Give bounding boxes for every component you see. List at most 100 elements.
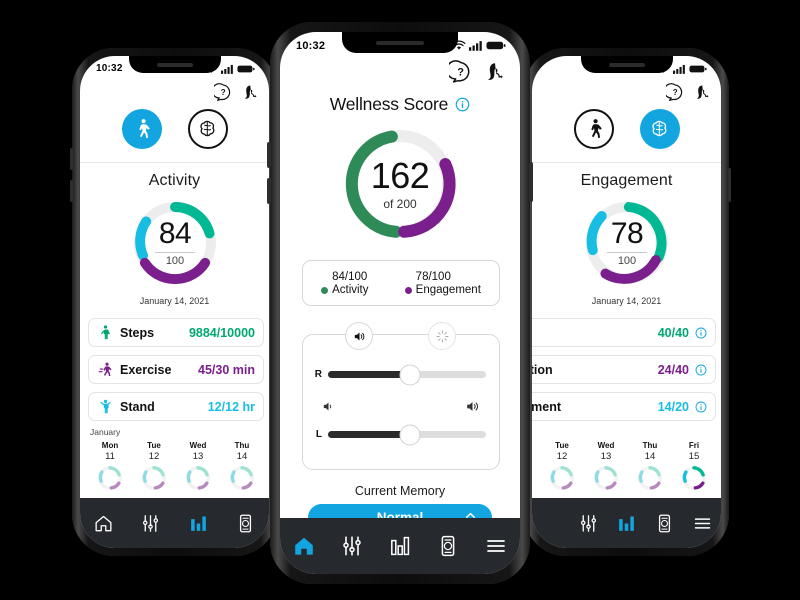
right-row-1-label: raction [532,362,553,377]
right-day-1[interactable]: Wed 13 [593,441,619,491]
right-ring-divider [607,252,647,253]
left-nav-home[interactable] [93,513,114,534]
signal-bars-icon [673,64,685,74]
left-day-1[interactable]: Tue 12 [141,441,167,491]
right-day-3[interactable]: Fri 15 [681,441,707,491]
right-row-0[interactable]: 40/40 [532,318,716,347]
walking-person-icon [138,119,150,138]
left-row-steps[interactable]: Steps 9884/10000 [88,318,264,347]
center-page-title: Wellness Score [329,94,449,114]
left-day-1-num: 12 [148,451,160,462]
left-day-3-name: Thu [234,441,250,450]
right-row-1-info[interactable] [695,364,707,376]
right-day-1-name: Wed [597,441,615,450]
center-phone-volume-up-button[interactable] [267,142,271,168]
left-slider-label: L [315,429,322,440]
left-row-stand-label: Stand [120,399,155,414]
equalizer-sliders-icon [581,514,597,532]
remote-control-icon [239,514,251,532]
center-status-time: 10:32 [296,39,326,52]
right-row-0-info[interactable] [695,327,707,339]
center-phone-notch [342,32,458,53]
left-tab-activity[interactable] [121,109,162,149]
question-bubble-icon[interactable]: ? [666,83,685,102]
center-nav-menu[interactable] [484,534,508,558]
right-row-2-value: 14/20 [657,399,689,414]
right-day-0[interactable]: Tue 12 [549,441,575,491]
left-volume-slider[interactable] [328,424,486,445]
right-bottom-nav [532,498,721,548]
legend-activity-name-row: Activity [321,284,369,297]
right-phone-power-button[interactable] [728,168,731,202]
center-nav-home[interactable] [292,534,316,558]
left-day-2[interactable]: Wed 13 [185,441,211,491]
legend-activity-label: Activity [332,284,369,297]
left-phone-volume-up-button[interactable] [70,148,73,170]
right-slider-fill [328,371,411,378]
left-nav-equalizer[interactable] [140,513,161,534]
volume-toggle-button[interactable] [345,322,373,350]
left-row-stand[interactable]: Stand 12/12 hr [88,392,264,421]
center-header-icons: ? [449,60,506,84]
left-nav-chart[interactable] [188,513,209,534]
right-row-1[interactable]: raction 24/40 [532,355,716,384]
right-nav-equalizer[interactable] [578,513,599,534]
left-phone-volume-down-button[interactable] [70,180,73,202]
right-day-2-mini-ring [638,466,662,490]
right-tab-activity[interactable] [573,109,614,149]
question-bubble-icon[interactable]: ? [214,83,233,102]
hearing-aid-icon[interactable] [240,83,259,102]
brain-icon [199,120,214,137]
legend-engagement-dot [404,286,412,294]
right-row-1-value: 24/40 [657,362,689,377]
center-ring-denominator: of 200 [383,196,417,211]
question-bubble-icon[interactable]: ? [449,60,473,84]
left-nav-remote[interactable] [235,513,256,534]
left-speaker-grille [156,62,193,67]
bar-chart-icon [391,536,410,556]
right-row-2-info[interactable] [695,401,707,413]
center-phone-volume-down-button[interactable] [267,178,271,204]
right-volume-slider[interactable] [328,364,486,385]
left-day-0[interactable]: Mon 11 [97,441,123,491]
right-row-2[interactable]: ronment 14/20 [532,392,716,421]
center-nav-equalizer[interactable] [340,534,364,558]
right-ring-denominator: 100 [617,255,637,267]
right-row-2-label: ronment [532,399,561,414]
legend-item-engagement: 78/100 Engagement [404,270,481,296]
center-nav-remote[interactable] [436,534,460,558]
hearing-aid-icon[interactable] [482,60,506,84]
info-icon[interactable] [455,97,470,112]
right-day-0-mini-ring [550,466,574,490]
right-slider-knob[interactable] [399,364,421,385]
left-ring-value-group: 84 100 [130,198,220,288]
right-day-2-name: Thu [642,441,658,450]
hearing-aid-icon[interactable] [692,83,711,102]
right-nav-remote[interactable] [654,513,675,534]
right-nav-menu[interactable] [692,513,713,534]
center-nav-chart[interactable] [388,534,412,558]
right-day-3-name: Fri [688,441,700,450]
right-nav-chart[interactable] [616,513,637,534]
right-row-0-value: 40/40 [657,325,689,340]
left-day-3[interactable]: Thu 14 [229,441,255,491]
right-day-2-num: 14 [644,451,656,462]
signal-bars-icon [221,64,233,74]
left-slider-knob[interactable] [399,424,421,445]
noise-toggle-button[interactable] [428,322,456,350]
speaker-high-icon [467,401,478,411]
left-row-exercise[interactable]: Exercise 45/30 min [88,355,264,384]
right-tab-engagement[interactable] [639,109,680,149]
left-ring-value: 84 [158,217,192,250]
left-tab-engagement[interactable] [187,109,228,149]
legend-activity-value: 84/100 [332,270,368,283]
left-day-1-name: Tue [147,441,161,450]
center-phone-power-button[interactable] [529,162,533,202]
right-day-2[interactable]: Thu 14 [637,441,663,491]
left-day-3-mini-ring [230,466,254,490]
signal-bars-icon [469,41,482,51]
right-day-1-num: 13 [600,451,612,462]
left-slider-fill [328,431,411,438]
center-volume-card: R L [302,334,500,470]
left-row-exercise-value: 45/30 min [198,362,255,377]
